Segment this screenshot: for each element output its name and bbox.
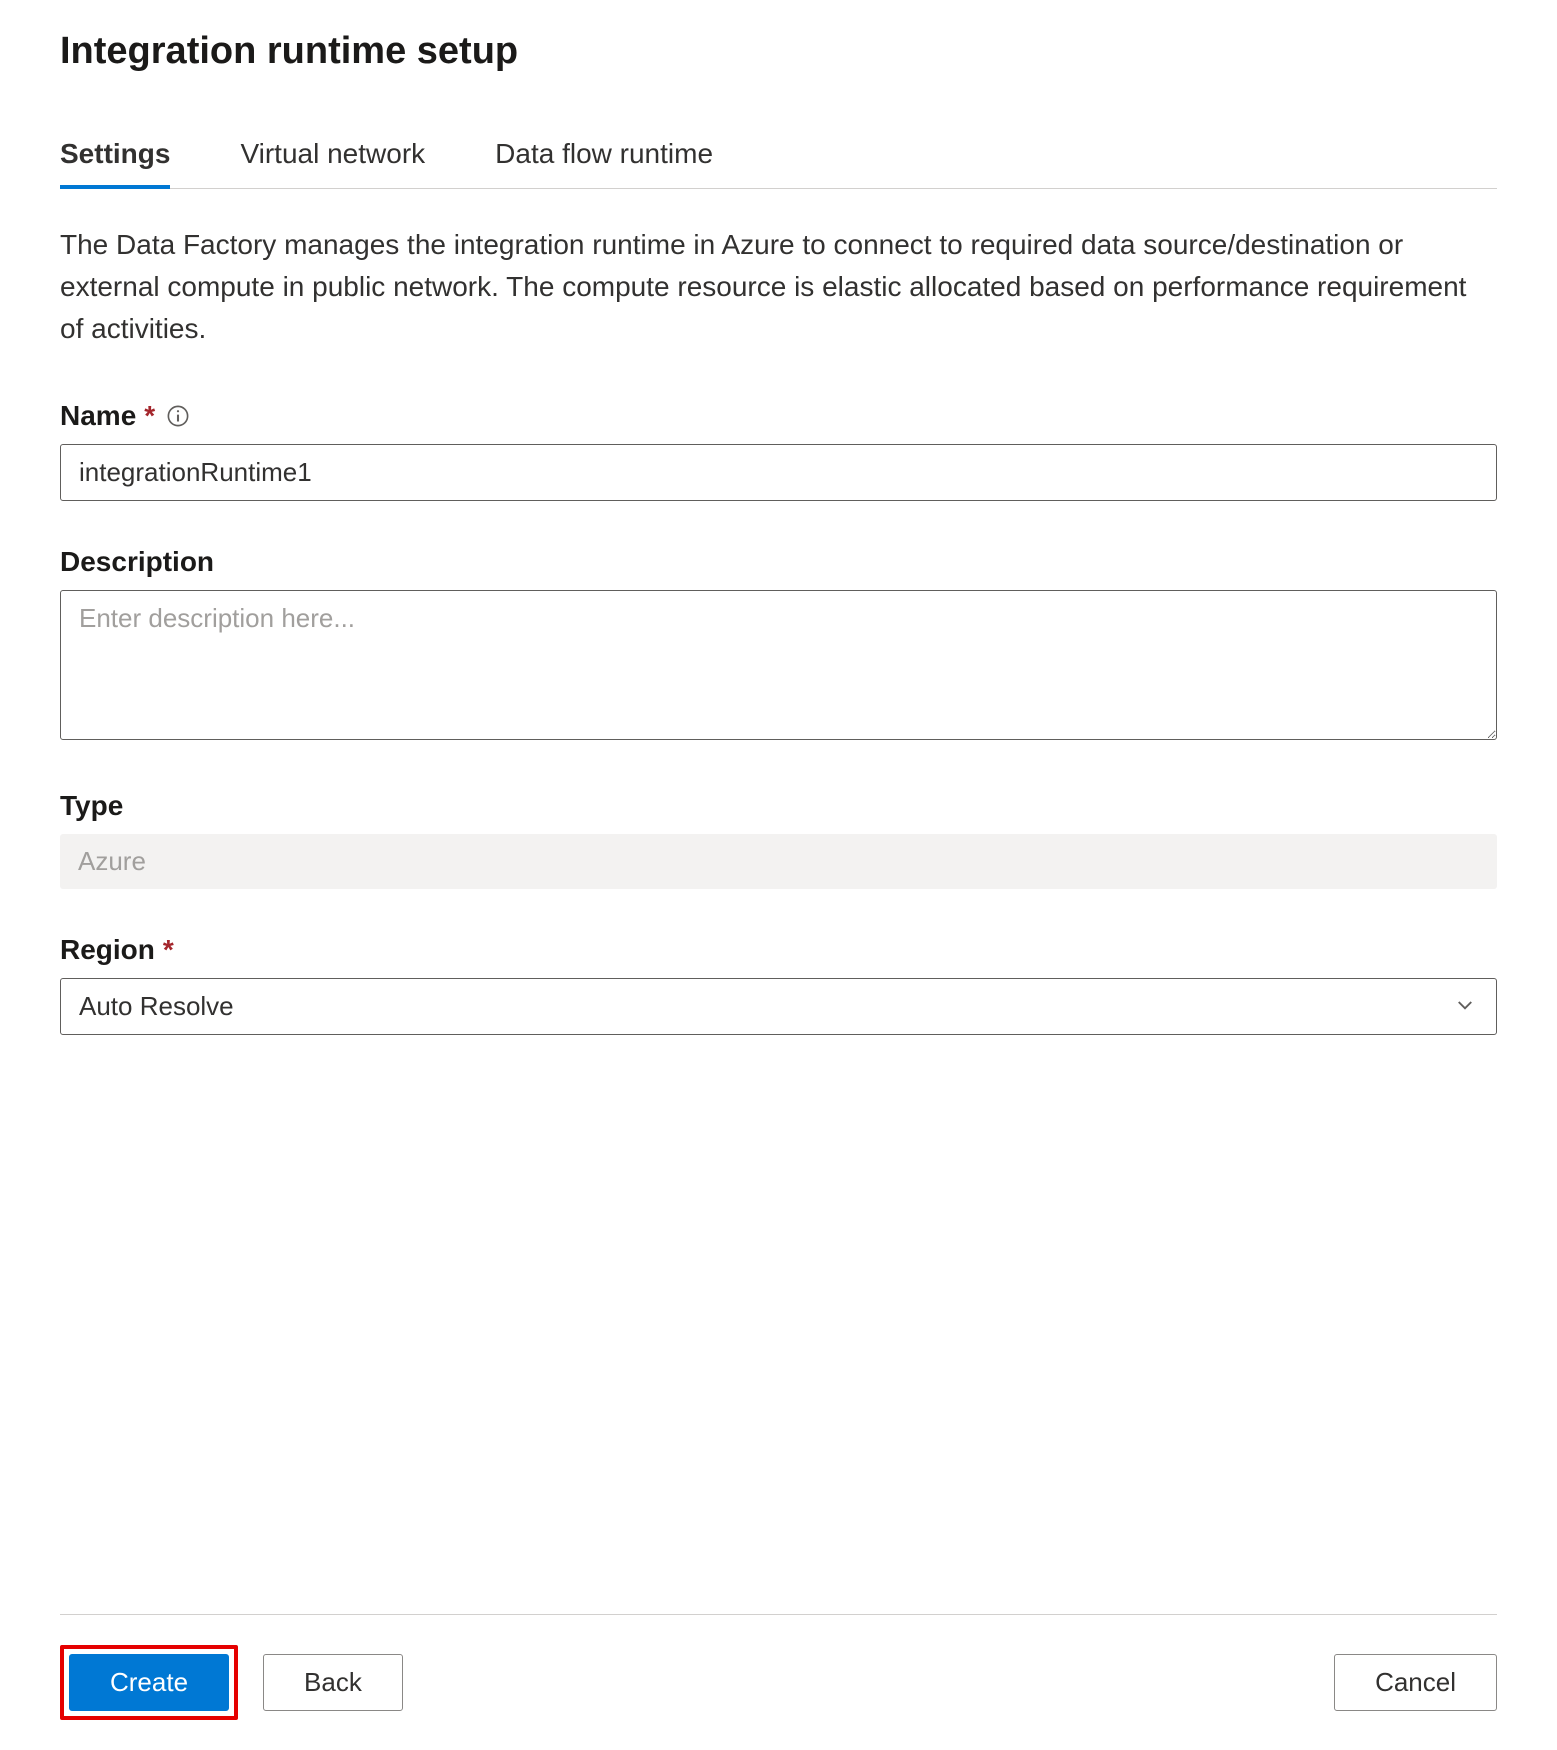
back-button[interactable]: Back: [263, 1654, 403, 1711]
type-label-text: Type: [60, 790, 123, 822]
page-title: Integration runtime setup: [60, 30, 1497, 73]
required-marker: *: [163, 934, 174, 966]
region-label-text: Region: [60, 934, 155, 966]
tab-virtual-network[interactable]: Virtual network: [240, 123, 425, 189]
create-button[interactable]: Create: [69, 1654, 229, 1711]
tab-description: The Data Factory manages the integration…: [60, 224, 1497, 350]
cancel-button[interactable]: Cancel: [1334, 1654, 1497, 1711]
description-input[interactable]: [60, 590, 1497, 740]
description-field-group: Description: [60, 546, 1497, 745]
type-label: Type: [60, 790, 1497, 822]
tab-settings[interactable]: Settings: [60, 123, 170, 189]
region-label: Region *: [60, 934, 1497, 966]
region-select-wrapper: Auto Resolve: [60, 978, 1497, 1035]
tab-data-flow-runtime[interactable]: Data flow runtime: [495, 123, 713, 189]
name-label: Name *: [60, 400, 1497, 432]
description-label: Description: [60, 546, 1497, 578]
description-label-text: Description: [60, 546, 214, 578]
name-input[interactable]: [60, 444, 1497, 501]
type-readonly: Azure: [60, 834, 1497, 889]
footer: Create Back Cancel: [60, 1614, 1497, 1720]
tabs-container: Settings Virtual network Data flow runti…: [60, 123, 1497, 189]
region-field-group: Region * Auto Resolve: [60, 934, 1497, 1035]
create-highlight: Create: [60, 1645, 238, 1720]
name-label-text: Name: [60, 400, 136, 432]
info-icon[interactable]: [167, 405, 189, 427]
region-select[interactable]: Auto Resolve: [60, 978, 1497, 1035]
footer-left: Create Back: [60, 1645, 403, 1720]
name-field-group: Name *: [60, 400, 1497, 501]
required-marker: *: [144, 400, 155, 432]
type-field-group: Type Azure: [60, 790, 1497, 889]
